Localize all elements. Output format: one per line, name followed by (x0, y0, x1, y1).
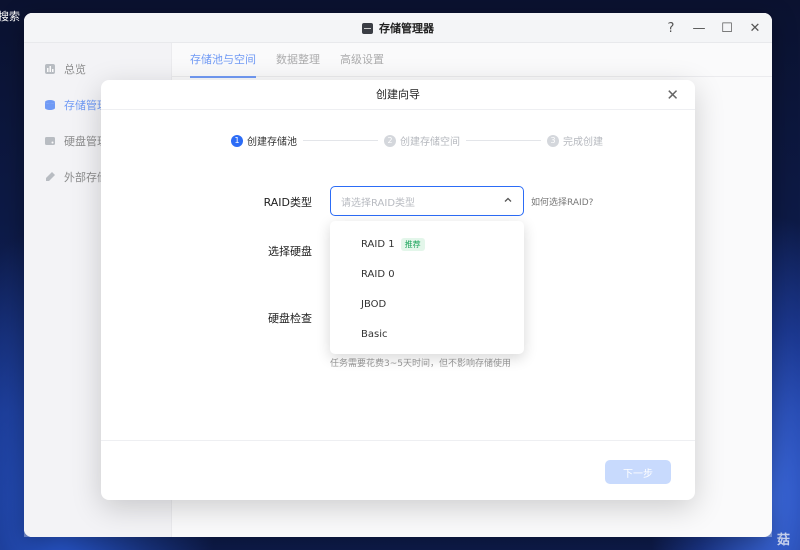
step-number: 3 (547, 134, 559, 147)
raid-type-dropdown: RAID 1 推荐 RAID 0 JBOD Basic (330, 221, 524, 354)
recommended-badge: 推荐 (400, 237, 425, 251)
step-3: 3 完成创建 (547, 133, 603, 148)
option-raid1[interactable]: RAID 1 推荐 (330, 229, 524, 259)
raid-help-link[interactable]: 如何选择RAID? (531, 195, 593, 208)
raid-type-label: RAID类型 (263, 196, 312, 209)
create-wizard-dialog: 创建向导 ✕ 1 创建存储池 2 创建存储空间 3 完成创建 RAID类型 请选… (101, 80, 695, 500)
step-label: 完成创建 (563, 137, 603, 148)
step-2: 2 创建存储空间 (384, 133, 460, 148)
storage-app-icon (362, 22, 373, 34)
wizard-steps: 1 创建存储池 2 创建存储空间 3 完成创建 (231, 133, 603, 148)
option-label: Basic (361, 328, 388, 340)
help-icon[interactable]: ? (664, 21, 678, 36)
option-label: JBOD (361, 298, 387, 310)
option-label: RAID 0 (361, 268, 395, 280)
maximize-icon[interactable]: ☐ (720, 21, 734, 36)
step-connector (303, 140, 378, 141)
disk-check-hint: 任务需要花费3~5天时间，但不影响存储使用 (330, 359, 511, 369)
select-disk-label: 选择硬盘 (268, 245, 312, 258)
chevron-up-icon (504, 197, 512, 202)
option-basic[interactable]: Basic (330, 319, 524, 349)
step-1: 1 创建存储池 (231, 133, 297, 148)
step-number: 2 (384, 134, 396, 147)
step-label: 创建存储池 (247, 137, 297, 148)
dialog-close-icon[interactable]: ✕ (666, 86, 679, 104)
window-title: 存储管理器 (379, 22, 434, 35)
title-bar: 存储管理器 ? — ☐ ✕ (24, 13, 772, 43)
step-number: 1 (231, 134, 243, 147)
step-label: 创建存储空间 (400, 137, 460, 148)
disk-check-label: 硬盘检查 (268, 312, 312, 325)
close-window-icon[interactable]: ✕ (748, 21, 762, 36)
raid-type-select[interactable]: 请选择RAID类型 (330, 186, 524, 216)
dialog-title: 创建向导 (376, 88, 420, 101)
desktop-search-text: 搜索 (0, 10, 20, 23)
option-jbod[interactable]: JBOD (330, 289, 524, 319)
watermark: 菇 (776, 533, 790, 548)
minimize-icon[interactable]: — (692, 21, 706, 36)
dialog-footer: 下一步 (101, 440, 695, 500)
step-connector (466, 140, 541, 141)
option-label: RAID 1 (361, 238, 395, 250)
raid-type-placeholder: 请选择RAID类型 (341, 197, 416, 209)
option-raid0[interactable]: RAID 0 (330, 259, 524, 289)
next-button[interactable]: 下一步 (605, 460, 671, 484)
